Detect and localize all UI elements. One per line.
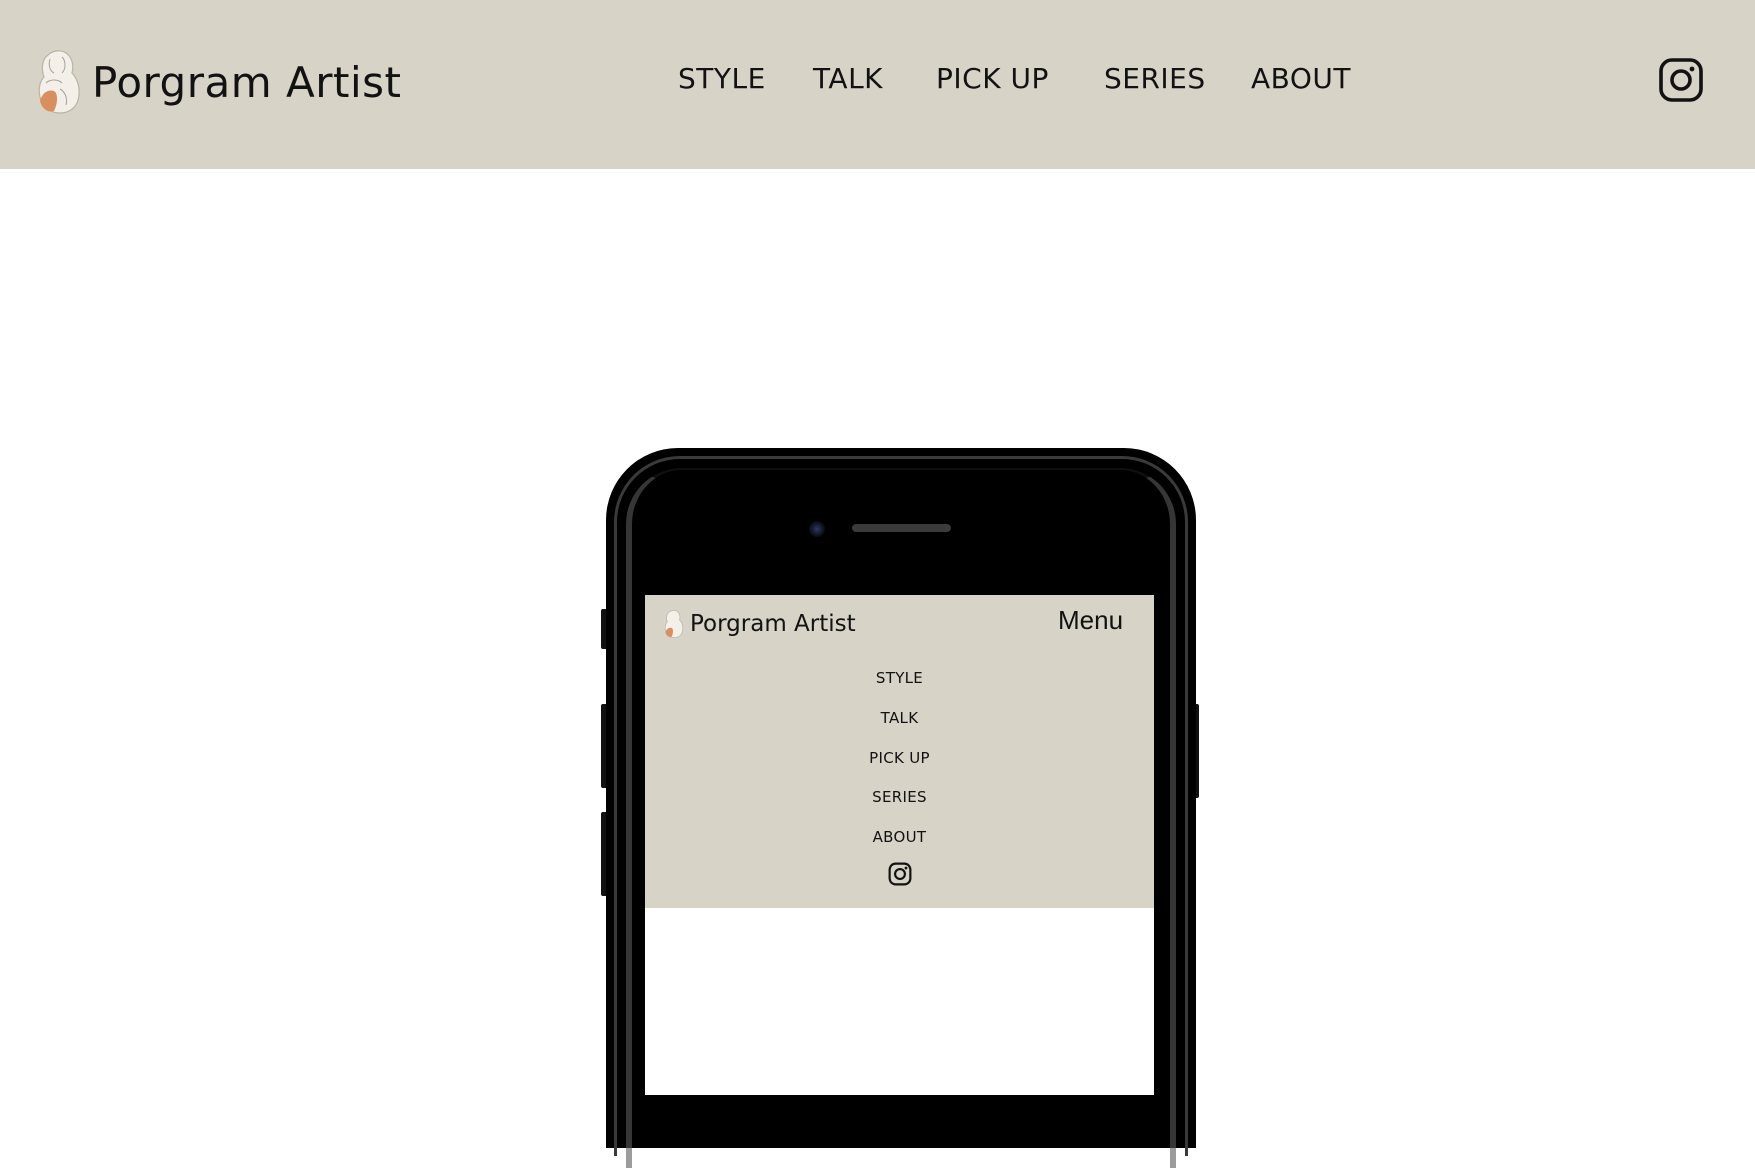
mobile-nav-item-pick-up[interactable]: PICK UP [645,749,1154,767]
mobile-nav-item-about[interactable]: ABOUT [645,828,1154,846]
mobile-brand-name: Porgram Artist [690,611,856,637]
mobile-nav-item-style[interactable]: STYLE [645,669,1154,687]
mobile-nav-item-talk[interactable]: TALK [645,709,1154,727]
instagram-icon[interactable] [888,862,912,886]
mobile-brand-link[interactable]: Porgram Artist [662,606,856,642]
brand-link[interactable]: Porgram Artist [32,49,401,115]
nav-item-pick-up[interactable]: PICK UP [936,62,1049,95]
nav-item-talk[interactable]: TALK [813,62,883,95]
nav-item-about[interactable]: ABOUT [1251,62,1351,95]
mobile-menu-button[interactable]: Menu [1058,605,1123,636]
brand-name: Porgram Artist [92,57,402,107]
phone-camera [809,521,825,537]
mobile-header: Porgram Artist Menu STYLE TALK PICK UP S… [645,595,1154,908]
phone-screen: Porgram Artist Menu STYLE TALK PICK UP S… [645,595,1154,1095]
artist-sketch-logo-icon [38,50,80,114]
nav-item-style[interactable]: STYLE [678,62,766,95]
artist-sketch-logo-icon [664,609,684,638]
nav-item-series[interactable]: SERIES [1104,62,1206,95]
mobile-nav-item-series[interactable]: SERIES [645,788,1154,806]
site-header: Porgram Artist STYLE TALK PICK UP SERIES… [0,0,1755,169]
instagram-icon[interactable] [1659,58,1703,102]
phone-speaker [852,524,951,532]
